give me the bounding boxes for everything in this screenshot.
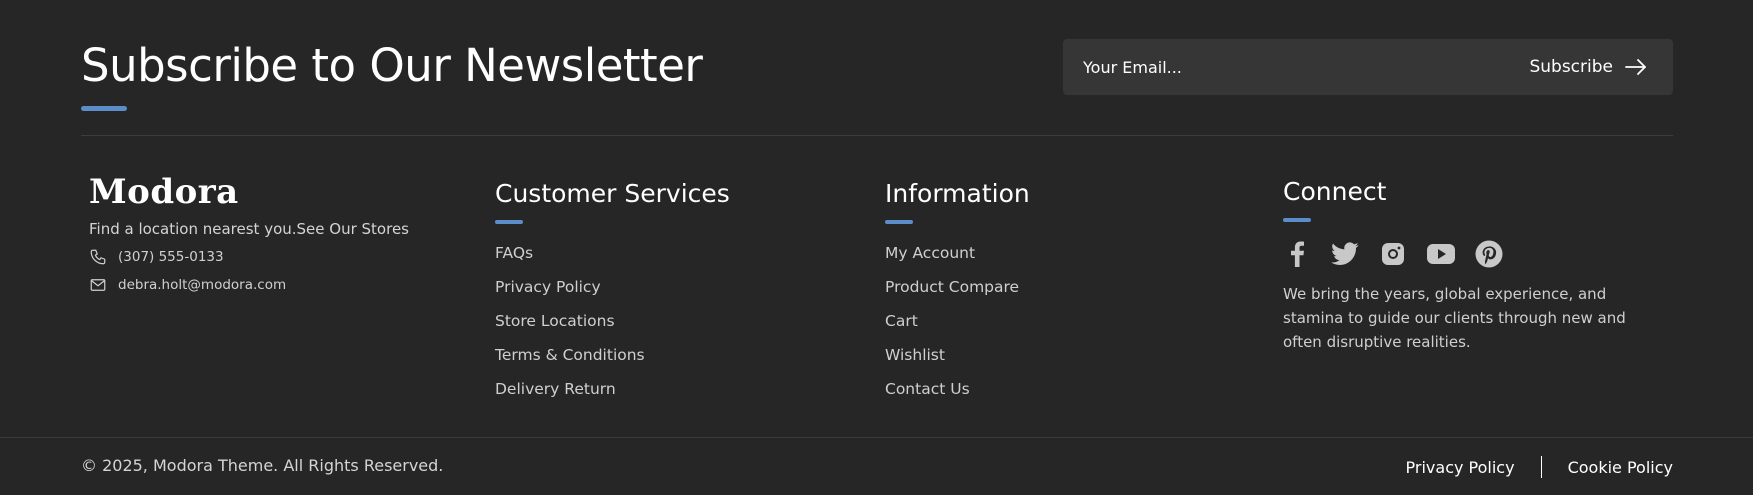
mail-icon [89, 276, 107, 294]
newsletter-form: Subscribe [1063, 39, 1673, 95]
link-contact-us[interactable]: Contact Us [885, 372, 1030, 406]
legal-links: Privacy Policy Cookie Policy [1406, 456, 1673, 478]
link-wishlist[interactable]: Wishlist [885, 338, 1030, 372]
subscribe-button[interactable]: Subscribe [1529, 39, 1647, 95]
brand-column: Modora Find a location nearest you.See O… [89, 172, 409, 294]
instagram-icon[interactable] [1379, 240, 1407, 268]
footer-section: Subscribe to Our Newsletter Subscribe Mo… [0, 0, 1753, 495]
information-title: Information [885, 179, 1030, 208]
brand-tagline: Find a location nearest you.See Our Stor… [89, 220, 409, 238]
newsletter-title: Subscribe to Our Newsletter [81, 39, 703, 92]
customer-services-column: Customer Services FAQs Privacy Policy St… [495, 172, 730, 406]
link-faqs[interactable]: FAQs [495, 236, 730, 270]
email-row: debra.holt@modora.com [89, 276, 409, 294]
copyright-text: © 2025, Modora Theme. All Rights Reserve… [81, 456, 444, 475]
connect-title: Connect [1283, 177, 1387, 206]
phone-row: (307) 555-0133 [89, 248, 409, 266]
youtube-icon[interactable] [1427, 240, 1455, 268]
link-delivery-return[interactable]: Delivery Return [495, 372, 730, 406]
title-underline [1283, 218, 1311, 222]
link-terms-conditions[interactable]: Terms & Conditions [495, 338, 730, 372]
footer-divider [0, 437, 1753, 438]
pinterest-icon[interactable] [1475, 240, 1503, 268]
link-my-account[interactable]: My Account [885, 236, 1030, 270]
connect-description: We bring the years, global experience, a… [1283, 285, 1626, 351]
facebook-icon[interactable] [1283, 240, 1311, 268]
cookie-policy-link[interactable]: Cookie Policy [1568, 458, 1673, 477]
twitter-icon[interactable] [1331, 240, 1359, 268]
privacy-policy-link[interactable]: Privacy Policy [1406, 458, 1515, 477]
link-store-locations[interactable]: Store Locations [495, 304, 730, 338]
customer-services-links: FAQs Privacy Policy Store Locations Term… [495, 236, 730, 406]
information-column: Information My Account Product Compare C… [885, 172, 1030, 406]
social-links [1283, 240, 1653, 268]
link-cart[interactable]: Cart [885, 304, 1030, 338]
connect-column: Connect We bring the years, global exper… [1283, 170, 1653, 354]
customer-services-title: Customer Services [495, 179, 730, 208]
email-address[interactable]: debra.holt@modora.com [118, 277, 286, 293]
subscribe-label: Subscribe [1529, 57, 1613, 77]
title-underline [885, 220, 913, 224]
title-underline [495, 220, 523, 224]
link-privacy-policy[interactable]: Privacy Policy [495, 270, 730, 304]
email-input[interactable] [1083, 39, 1463, 95]
link-product-compare[interactable]: Product Compare [885, 270, 1030, 304]
phone-number[interactable]: (307) 555-0133 [118, 249, 224, 265]
brand-logo[interactable]: Modora [89, 172, 409, 212]
legal-separator [1540, 456, 1542, 478]
section-divider [81, 135, 1673, 136]
arrow-right-icon [1625, 59, 1647, 75]
title-underline [81, 106, 127, 111]
phone-icon [89, 248, 107, 266]
information-links: My Account Product Compare Cart Wishlist… [885, 236, 1030, 406]
